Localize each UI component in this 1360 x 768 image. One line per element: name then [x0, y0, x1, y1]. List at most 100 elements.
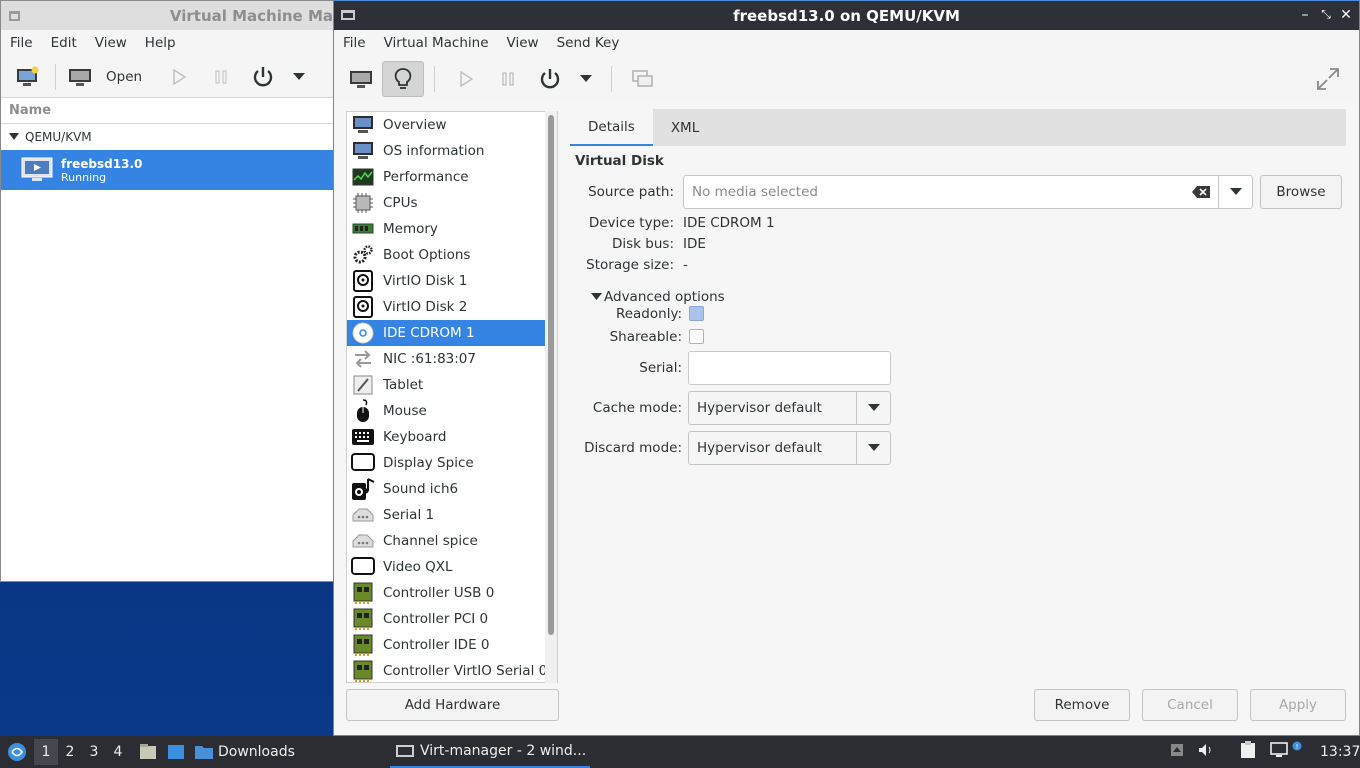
hardware-item[interactable]: Display Spice	[347, 450, 557, 476]
hardware-item[interactable]: Channel spice	[347, 528, 557, 554]
fullscreen-button[interactable]	[1307, 61, 1349, 97]
hardware-item-label: Controller VirtIO Serial 0	[383, 663, 548, 679]
details-button[interactable]	[382, 61, 424, 97]
hardware-item[interactable]: Overview	[347, 112, 557, 138]
browse-button[interactable]: Browse	[1260, 175, 1342, 209]
new-vm-button[interactable]	[7, 59, 49, 95]
hardware-item[interactable]: OS information	[347, 138, 557, 164]
advanced-options-expander[interactable]: Advanced options	[591, 289, 725, 305]
network-icon[interactable]	[1270, 742, 1288, 762]
tab-details[interactable]: Details	[570, 109, 653, 146]
network-icon	[351, 348, 375, 370]
close-icon[interactable]: ✕	[1337, 7, 1355, 23]
remove-button[interactable]: Remove	[1034, 689, 1130, 721]
workspace-1[interactable]: 1	[34, 739, 58, 765]
restore-icon[interactable]: ⤡	[1317, 7, 1335, 22]
vmm-menu-edit[interactable]: Edit	[42, 35, 86, 51]
downloads-launcher[interactable]: Downloads	[194, 744, 295, 760]
hardware-list-scrollbar[interactable]	[545, 111, 557, 683]
clear-entry-icon[interactable]	[1184, 186, 1218, 198]
pause-button[interactable]	[487, 61, 529, 97]
hardware-item[interactable]: VirtIO Disk 1	[347, 268, 557, 294]
workspace-2[interactable]: 2	[58, 739, 82, 765]
task-virt-manager[interactable]: Virt-manager - 2 wind...	[390, 736, 590, 768]
file-manager-icon[interactable]	[136, 743, 160, 761]
connection-group[interactable]: QEMU/KVM	[1, 124, 333, 150]
hardware-item[interactable]: Keyboard	[347, 424, 557, 450]
hardware-item[interactable]: CPUs	[347, 190, 557, 216]
menu-file[interactable]: File	[334, 35, 375, 51]
hardware-item-label: Tablet	[383, 377, 424, 393]
tab-xml[interactable]: XML	[653, 109, 717, 146]
serial-label: Serial:	[639, 360, 682, 376]
snapshots-button[interactable]	[622, 61, 664, 97]
workspace-4[interactable]: 4	[106, 739, 130, 765]
hardware-item[interactable]: Performance	[347, 164, 557, 190]
hardware-item[interactable]: Memory	[347, 216, 557, 242]
readonly-checkbox[interactable]	[689, 306, 704, 321]
clipboard-icon[interactable]	[1240, 741, 1256, 763]
shutdown-menu-button[interactable]	[571, 61, 601, 97]
shutdown-menu-button[interactable]	[284, 59, 314, 95]
hardware-list[interactable]: Overview OS information Performance CPUs Mem…	[346, 111, 558, 683]
shutdown-button[interactable]	[529, 61, 571, 97]
column-header-name[interactable]: Name	[1, 98, 333, 124]
apply-button[interactable]: Apply	[1250, 689, 1346, 721]
menu-send-key[interactable]: Send Key	[548, 35, 629, 51]
vmm-titlebar[interactable]: Virtual Machine Ma	[1, 1, 333, 30]
show-desktop-icon[interactable]	[164, 744, 188, 760]
pause-button[interactable]	[200, 59, 242, 95]
chevron-down-icon	[293, 72, 306, 80]
vmm-title: Virtual Machine Ma	[169, 6, 333, 25]
hardware-item[interactable]: Controller IDE 0	[347, 632, 557, 658]
cache-mode-select[interactable]: Hypervisor default	[688, 391, 891, 425]
hardware-item[interactable]: NIC :61:83:07	[347, 346, 557, 372]
tablet-icon	[351, 374, 375, 396]
vmm-menu-file[interactable]: File	[1, 35, 42, 51]
hardware-item[interactable]: Mouse	[347, 398, 557, 424]
cancel-button[interactable]: Cancel	[1142, 689, 1238, 721]
task-label: Virt-manager - 2 wind...	[420, 743, 587, 759]
scrollbar-thumb[interactable]	[548, 115, 554, 635]
hardware-item[interactable]: Controller PCI 0	[347, 606, 557, 632]
vmm-menu-help[interactable]: Help	[136, 35, 185, 51]
notification-icon[interactable]: !	[1292, 739, 1302, 755]
hardware-item[interactable]: Controller VirtIO Serial 0	[347, 658, 557, 682]
tray-up-icon[interactable]	[1170, 743, 1184, 761]
console-button[interactable]	[340, 61, 382, 97]
monitor-icon	[351, 114, 375, 136]
downloads-label: Downloads	[218, 744, 295, 760]
start-menu-icon[interactable]	[2, 742, 32, 762]
cache-mode-label: Cache mode:	[592, 400, 682, 416]
hardware-item[interactable]: Video QXL	[347, 554, 557, 580]
hardware-item[interactable]: Controller USB 0	[347, 580, 557, 606]
hardware-item-label: Serial 1	[383, 507, 435, 523]
vmm-menubar: File Edit View Help	[1, 30, 333, 56]
run-button[interactable]	[158, 59, 200, 95]
discard-mode-select[interactable]: Hypervisor default	[688, 431, 891, 465]
source-path-dropdown[interactable]	[1218, 176, 1252, 208]
source-path-entry[interactable]: No media selected	[683, 175, 1253, 209]
hardware-item[interactable]: VirtIO Disk 2	[347, 294, 557, 320]
menu-view[interactable]: View	[498, 35, 548, 51]
new-vm-icon	[17, 66, 39, 86]
run-button[interactable]	[445, 61, 487, 97]
menu-virtual-machine[interactable]: Virtual Machine	[375, 35, 498, 51]
details-titlebar[interactable]: freebsd13.0 on QEMU/KVM – ⤡ ✕	[334, 1, 1359, 30]
shutdown-button[interactable]	[242, 59, 284, 95]
add-hardware-button[interactable]: Add Hardware	[346, 689, 559, 721]
minimize-icon[interactable]: –	[1296, 7, 1314, 23]
shareable-checkbox[interactable]	[689, 329, 704, 344]
open-button[interactable]: Open	[62, 59, 148, 95]
hardware-item[interactable]: Tablet	[347, 372, 557, 398]
workspace-3[interactable]: 3	[82, 739, 106, 765]
hardware-item[interactable]: IDE CDROM 1	[347, 320, 557, 346]
serial-input[interactable]	[688, 351, 891, 385]
vm-row[interactable]: freebsd13.0 Running	[1, 150, 333, 190]
vmm-menu-view[interactable]: View	[86, 35, 136, 51]
hardware-item[interactable]: Serial 1	[347, 502, 557, 528]
hardware-item[interactable]: Sound ich6	[347, 476, 557, 502]
volume-icon[interactable]	[1198, 743, 1214, 761]
hardware-item[interactable]: Boot Options	[347, 242, 557, 268]
hardware-item-label: CPUs	[383, 195, 418, 211]
